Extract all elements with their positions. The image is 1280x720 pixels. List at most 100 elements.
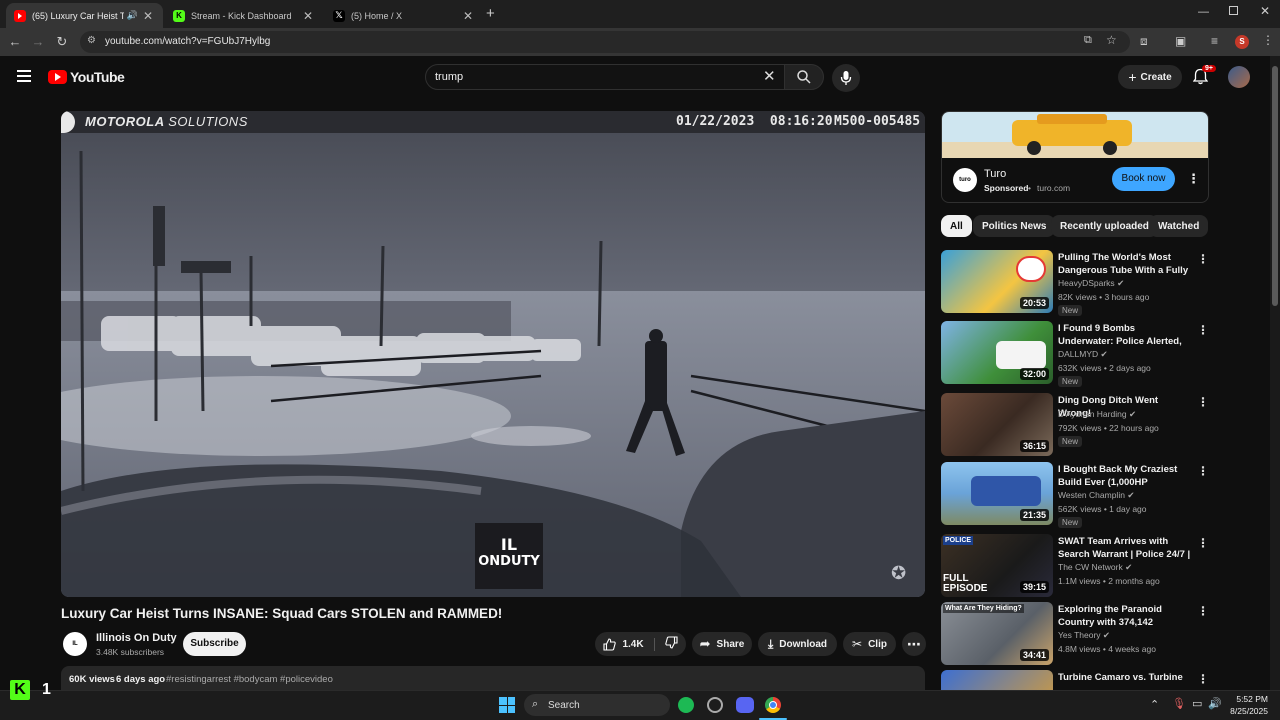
close-tab-icon[interactable]: ✕ (301, 9, 315, 23)
ad-menu-icon[interactable]: ⋮ (1187, 171, 1200, 187)
back-icon[interactable]: ← (7, 34, 23, 50)
recommendation-title[interactable]: SWAT Team Arrives with Search Warrant | … (1058, 535, 1193, 561)
spotify-icon[interactable] (678, 697, 694, 713)
description-box[interactable]: 60K views 6 days ago #resistingarrest #b… (61, 666, 925, 690)
restore-icon[interactable] (1229, 6, 1238, 15)
taskbar-search-label: Search (548, 700, 580, 711)
recommendation-title[interactable]: Turbine Camaro vs. Turbine (1058, 671, 1193, 684)
hashtags[interactable]: #resistingarrest #bodycam #policevideo (166, 674, 333, 685)
recommendation-item[interactable]: POLICE FULL EPISODE 39:15 SWAT Team Arriv… (941, 534, 1211, 598)
recommendation-channel[interactable]: D'Aydrian Harding ✔ (1058, 409, 1136, 420)
channel-avatar[interactable]: IL (63, 632, 87, 656)
recommendation-item[interactable]: 20:53 Pulling The World's Most Dangerous… (941, 250, 1211, 316)
speaker-icon[interactable]: 🔊 (127, 10, 138, 21)
profile-avatar[interactable]: S (1235, 35, 1249, 49)
taskbar-search-box[interactable]: ⌕ Search (524, 694, 670, 716)
dislike-button[interactable] (661, 636, 678, 652)
voice-search-button[interactable] (832, 64, 860, 92)
recommendation-thumbnail[interactable] (941, 670, 1053, 690)
taskbar-time[interactable]: 5:52 PM (1228, 694, 1268, 704)
media-control-icon[interactable]: ≡ (1211, 34, 1218, 48)
recommendation-channel[interactable]: DALLMYD ✔ (1058, 349, 1108, 360)
recommendation-menu-icon[interactable]: ⋮ (1197, 672, 1209, 686)
recommendation-thumbnail[interactable]: POLICE FULL EPISODE 39:15 (941, 534, 1053, 597)
omnibox[interactable]: ⚙ youtube.com/watch?v=FGUbJ7Hylbg ⧉ ☆ (80, 31, 1130, 53)
recommendation-thumbnail[interactable]: 21:35 (941, 462, 1053, 525)
app-icon[interactable] (707, 697, 723, 713)
more-actions-button[interactable]: ⋯ (902, 632, 926, 656)
tab-x[interactable]: 𝕏 (5) Home / X ✕ (325, 3, 483, 28)
account-avatar[interactable] (1228, 66, 1250, 88)
windows-start-icon[interactable] (499, 697, 515, 713)
discord-icon[interactable] (736, 697, 754, 713)
side-panel-icon[interactable]: ▣ (1175, 34, 1186, 48)
recommendation-menu-icon[interactable]: ⋮ (1197, 252, 1209, 266)
recommendation-thumbnail[interactable]: What Are They Hiding? 34:41 (941, 602, 1053, 665)
ad-card[interactable]: turo Turo Sponsored • turo.com Book now … (941, 111, 1209, 203)
hamburger-menu-icon[interactable] (17, 70, 31, 82)
recommendation-title[interactable]: Pulling The World's Most Dangerous Tube … (1058, 251, 1193, 277)
recommendation-thumbnail[interactable]: 20:53 (941, 250, 1053, 313)
clear-search-icon[interactable]: ✕ (763, 67, 776, 85)
recommendation-menu-icon[interactable]: ⋮ (1197, 464, 1209, 478)
close-tab-icon[interactable]: ✕ (141, 9, 155, 23)
scrollbar-thumb[interactable] (1272, 66, 1278, 306)
recommendation-title[interactable]: Exploring the Paranoid Country with 374,… (1058, 603, 1193, 629)
extensions-icon[interactable]: ⧈ (1140, 34, 1148, 49)
chip-watched[interactable]: Watched (1149, 215, 1209, 237)
share-button[interactable]: ➦ Share (692, 632, 752, 656)
search-button[interactable] (784, 64, 824, 90)
recommendation-title[interactable]: I Found 9 Bombs Underwater: Police Alert… (1058, 322, 1193, 348)
book-now-button[interactable]: Book now (1112, 167, 1175, 191)
chrome-icon[interactable] (765, 697, 781, 713)
search-input[interactable]: trump ✕ (425, 64, 785, 90)
recommendation-menu-icon[interactable]: ⋮ (1197, 395, 1209, 409)
minimize-icon[interactable]: — (1198, 6, 1209, 18)
recommendation-channel[interactable]: The CW Network ✔ (1058, 562, 1132, 573)
recommendation-title[interactable]: I Bought Back My Craziest Build Ever (1,… (1058, 463, 1193, 489)
recommendation-item[interactable]: 21:35 I Bought Back My Craziest Build Ev… (941, 462, 1211, 528)
subscribe-button[interactable]: Subscribe (183, 632, 246, 656)
recommendation-menu-icon[interactable]: ⋮ (1197, 536, 1209, 550)
tray-overflow-icon[interactable]: ⌃ (1150, 698, 1159, 711)
kick-overlay[interactable]: K 1 (10, 680, 51, 700)
page-scrollbar[interactable] (1270, 56, 1280, 690)
recommendation-item[interactable]: 36:15 Ding Dong Ditch Went Wrong! D'Aydr… (941, 393, 1211, 457)
tab-kick[interactable]: K Stream - Kick Dashboard ✕ (165, 3, 323, 28)
tray-mic-icon[interactable]: 🎙 (1172, 697, 1186, 710)
recommendation-thumbnail[interactable]: 32:00 (941, 321, 1053, 384)
recommendation-item[interactable]: Turbine Camaro vs. Turbine ⋮ (941, 670, 1211, 690)
install-app-icon[interactable]: ⧉ (1084, 34, 1092, 47)
recommendation-item[interactable]: 32:00 I Found 9 Bombs Underwater: Police… (941, 321, 1211, 387)
recommendation-channel[interactable]: HeavyDSparks ✔ (1058, 278, 1124, 289)
new-tab-icon[interactable]: + (486, 5, 495, 22)
taskbar-date[interactable]: 8/25/2025 (1224, 706, 1268, 716)
video-player[interactable]: MOTOROLA SOLUTIONS 01/22/2023 08:16:20 M… (61, 111, 925, 597)
close-tab-icon[interactable]: ✕ (461, 9, 475, 23)
browser-menu-icon[interactable]: ⋮ (1262, 33, 1274, 47)
chip-all[interactable]: All (941, 215, 972, 237)
recommendation-thumbnail[interactable]: 36:15 (941, 393, 1053, 456)
recommendation-item[interactable]: What Are They Hiding? 34:41 Exploring th… (941, 602, 1211, 666)
recommendation-menu-icon[interactable]: ⋮ (1197, 604, 1209, 618)
like-button[interactable]: 1.4K (603, 637, 655, 651)
tray-volume-icon[interactable]: 🔊 (1208, 697, 1222, 710)
tab-youtube[interactable]: (65) Luxury Car Heist Turns 🔊 ✕ (6, 3, 163, 28)
recommendation-channel[interactable]: Westen Champlin ✔ (1058, 490, 1134, 501)
download-button[interactable]: ⤓ Download (758, 632, 837, 656)
recommendation-menu-icon[interactable]: ⋮ (1197, 323, 1209, 337)
bookmark-star-icon[interactable]: ☆ (1106, 33, 1117, 47)
notifications-button[interactable]: 9+ (1192, 65, 1216, 90)
reload-icon[interactable]: ↻ (54, 34, 70, 50)
chip-politics-news[interactable]: Politics News (973, 215, 1056, 237)
clip-button[interactable]: ✂ Clip (843, 632, 896, 656)
recommendation-channel[interactable]: Yes Theory ✔ (1058, 630, 1110, 641)
close-window-icon[interactable]: ✕ (1260, 4, 1270, 18)
tray-network-icon[interactable]: ▭ (1192, 697, 1202, 710)
site-info-icon[interactable]: ⚙ (87, 35, 96, 46)
create-button[interactable]: + Create (1118, 65, 1182, 89)
youtube-logo[interactable]: YouTube (48, 69, 125, 85)
chip-recently-uploaded[interactable]: Recently uploaded (1051, 215, 1158, 237)
channel-name[interactable]: Illinois On Duty (96, 632, 177, 644)
forward-icon[interactable]: → (30, 34, 46, 50)
